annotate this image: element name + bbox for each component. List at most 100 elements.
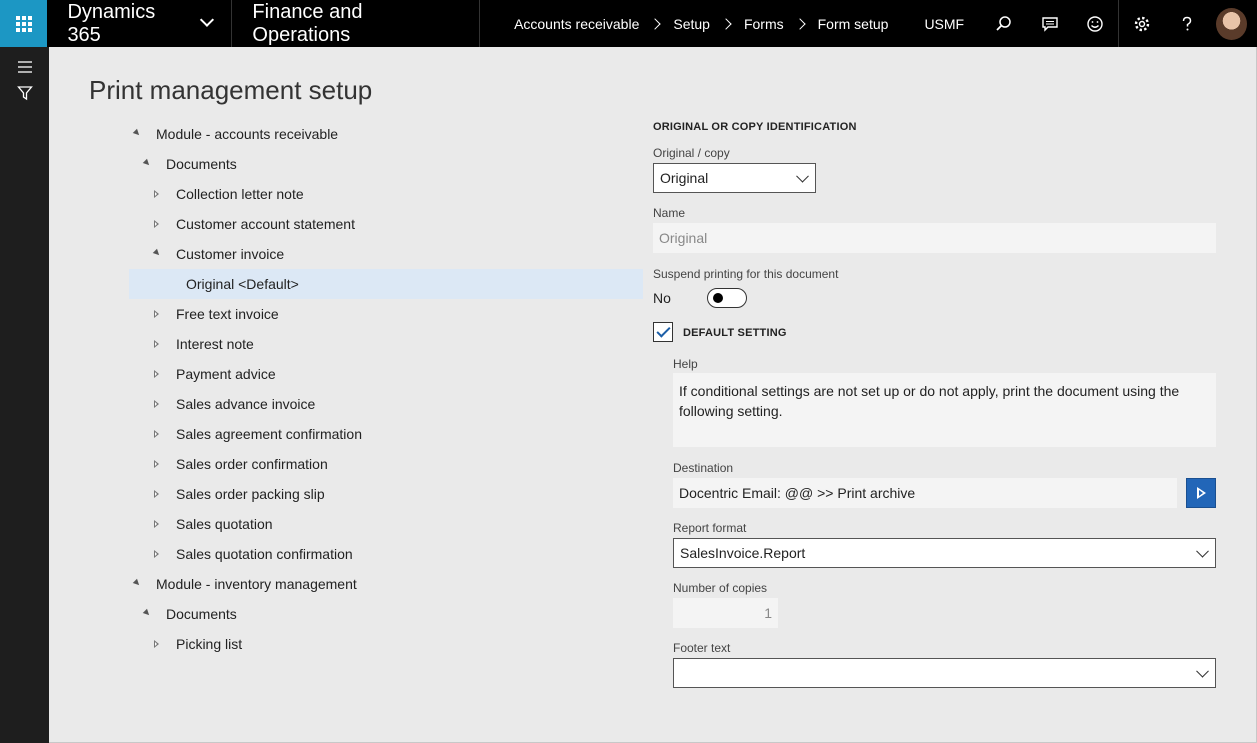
tree-node[interactable]: Picking list <box>129 629 643 659</box>
tree-node[interactable]: Payment advice <box>129 359 643 389</box>
name-field[interactable]: Original <box>653 223 1216 253</box>
company-picker[interactable]: USMF <box>924 16 964 32</box>
default-setting-label: DEFAULT SETTING <box>683 327 787 339</box>
collapsed-arrow-icon[interactable] <box>154 490 159 498</box>
collapsed-arrow-icon[interactable] <box>154 220 159 228</box>
tree-node-label: Free text invoice <box>176 306 279 322</box>
tree-node-label: Picking list <box>176 636 242 652</box>
original-copy-label: Original / copy <box>653 146 730 160</box>
question-icon <box>1178 15 1196 33</box>
feedback-button[interactable] <box>1073 0 1119 47</box>
tree-node-label: Sales order confirmation <box>176 456 328 472</box>
breadcrumb-item-setup[interactable]: Setup <box>673 16 710 32</box>
tree-node[interactable]: Customer invoice <box>129 239 643 269</box>
tree-node[interactable]: Sales agreement confirmation <box>129 419 643 449</box>
number-of-copies-field[interactable]: 1 <box>673 598 778 628</box>
tree-node-label: Sales order packing slip <box>176 486 325 502</box>
tree-node-label: Module - accounts receivable <box>156 126 338 142</box>
suspend-printing-label: Suspend printing for this document <box>653 267 838 281</box>
expanded-arrow-icon[interactable] <box>133 579 141 587</box>
report-format-dropdown[interactable]: SalesInvoice.Report <box>673 538 1216 568</box>
original-copy-dropdown[interactable]: Original <box>653 163 816 193</box>
tree-node-label: Interest note <box>176 336 254 352</box>
collapsed-arrow-icon[interactable] <box>154 370 159 378</box>
tree-node-label: Module - inventory management <box>156 576 357 592</box>
smiley-icon <box>1086 15 1104 33</box>
tree-node[interactable]: Sales quotation confirmation <box>129 539 643 569</box>
tree-node[interactable]: Free text invoice <box>129 299 643 329</box>
breadcrumb-item-forms[interactable]: Forms <box>744 16 784 32</box>
destination-setup-button[interactable] <box>1186 478 1216 508</box>
collapsed-arrow-icon[interactable] <box>154 550 159 558</box>
message-icon <box>1041 15 1059 33</box>
help-text: If conditional settings are not set up o… <box>673 373 1216 447</box>
brand-name: Dynamics 365 <box>67 1 189 47</box>
tree-node[interactable]: Module - inventory management <box>129 569 643 599</box>
tree-node[interactable]: Documents <box>129 149 643 179</box>
tree-node[interactable]: Sales quotation <box>129 509 643 539</box>
collapsed-arrow-icon[interactable] <box>154 460 159 468</box>
collapsed-arrow-icon[interactable] <box>154 430 159 438</box>
breadcrumb: Accounts receivable Setup Forms Form set… <box>514 16 888 32</box>
product-name: Finance and Operations <box>232 0 480 47</box>
tree-node[interactable]: Original <Default> <box>129 269 643 299</box>
footer-text-dropdown[interactable] <box>673 658 1216 688</box>
name-label: Name <box>653 206 685 220</box>
suspend-printing-toggle[interactable] <box>707 288 747 308</box>
app-launcher-button[interactable] <box>0 0 47 47</box>
tree-node[interactable]: Documents <box>129 599 643 629</box>
breadcrumb-item-accounts-receivable[interactable]: Accounts receivable <box>514 16 639 32</box>
top-navigation-bar: Dynamics 365 Finance and Operations Acco… <box>0 0 1257 47</box>
tree-node-label: Documents <box>166 606 237 622</box>
user-avatar[interactable] <box>1216 8 1247 40</box>
suspend-printing-value: No <box>653 290 671 306</box>
collapsed-arrow-icon[interactable] <box>154 640 159 648</box>
breadcrumb-item-form-setup[interactable]: Form setup <box>818 16 889 32</box>
destination-label: Destination <box>673 461 733 475</box>
chevron-right-icon <box>794 18 805 29</box>
tree-node-label: Sales quotation confirmation <box>176 546 353 562</box>
navigation-rail <box>0 47 49 743</box>
tree-node[interactable]: Sales advance invoice <box>129 389 643 419</box>
filter-pane-button[interactable] <box>0 80 49 106</box>
brand-menu[interactable]: Dynamics 365 <box>47 0 232 47</box>
tree-node-label: Customer account statement <box>176 216 355 232</box>
tree-node[interactable]: Sales order packing slip <box>129 479 643 509</box>
expanded-arrow-icon[interactable] <box>143 609 151 617</box>
report-format-label: Report format <box>673 521 746 535</box>
settings-button[interactable] <box>1119 0 1165 47</box>
main-content: Print management setup Module - accounts… <box>49 47 1257 743</box>
expanded-arrow-icon[interactable] <box>133 129 141 137</box>
collapsed-arrow-icon[interactable] <box>154 190 159 198</box>
collapsed-arrow-icon[interactable] <box>154 310 159 318</box>
tree-node[interactable]: Customer account statement <box>129 209 643 239</box>
tree-node-label: Sales advance invoice <box>176 396 315 412</box>
chevron-right-icon <box>650 18 661 29</box>
toggle-knob <box>713 293 723 303</box>
tree-node[interactable]: Interest note <box>129 329 643 359</box>
expanded-arrow-icon[interactable] <box>153 249 161 257</box>
collapsed-arrow-icon[interactable] <box>154 400 159 408</box>
tree-node[interactable]: Module - accounts receivable <box>129 119 643 149</box>
tree-node-label: Payment advice <box>176 366 276 382</box>
default-setting-checkbox[interactable] <box>653 322 673 342</box>
collapsed-arrow-icon[interactable] <box>154 520 159 528</box>
tree-node[interactable]: Collection letter note <box>129 179 643 209</box>
gear-icon <box>1133 15 1151 33</box>
expanded-arrow-icon[interactable] <box>143 159 151 167</box>
waffle-icon <box>16 16 32 32</box>
search-icon <box>995 15 1013 33</box>
help-button[interactable] <box>1165 0 1211 47</box>
tree-node-label: Sales agreement confirmation <box>176 426 362 442</box>
report-format-value: SalesInvoice.Report <box>680 545 805 561</box>
tree-node[interactable]: Sales order confirmation <box>129 449 643 479</box>
chevron-down-icon <box>200 12 214 26</box>
number-of-copies-label: Number of copies <box>673 581 767 595</box>
page-title: Print management setup <box>89 75 372 106</box>
chevron-right-icon <box>720 18 731 29</box>
search-button[interactable] <box>982 0 1028 47</box>
collapsed-arrow-icon[interactable] <box>154 340 159 348</box>
messages-button[interactable] <box>1027 0 1073 47</box>
navigation-pane-button[interactable] <box>0 54 49 80</box>
destination-field[interactable]: Docentric Email: @@ >> Print archive <box>673 478 1177 508</box>
